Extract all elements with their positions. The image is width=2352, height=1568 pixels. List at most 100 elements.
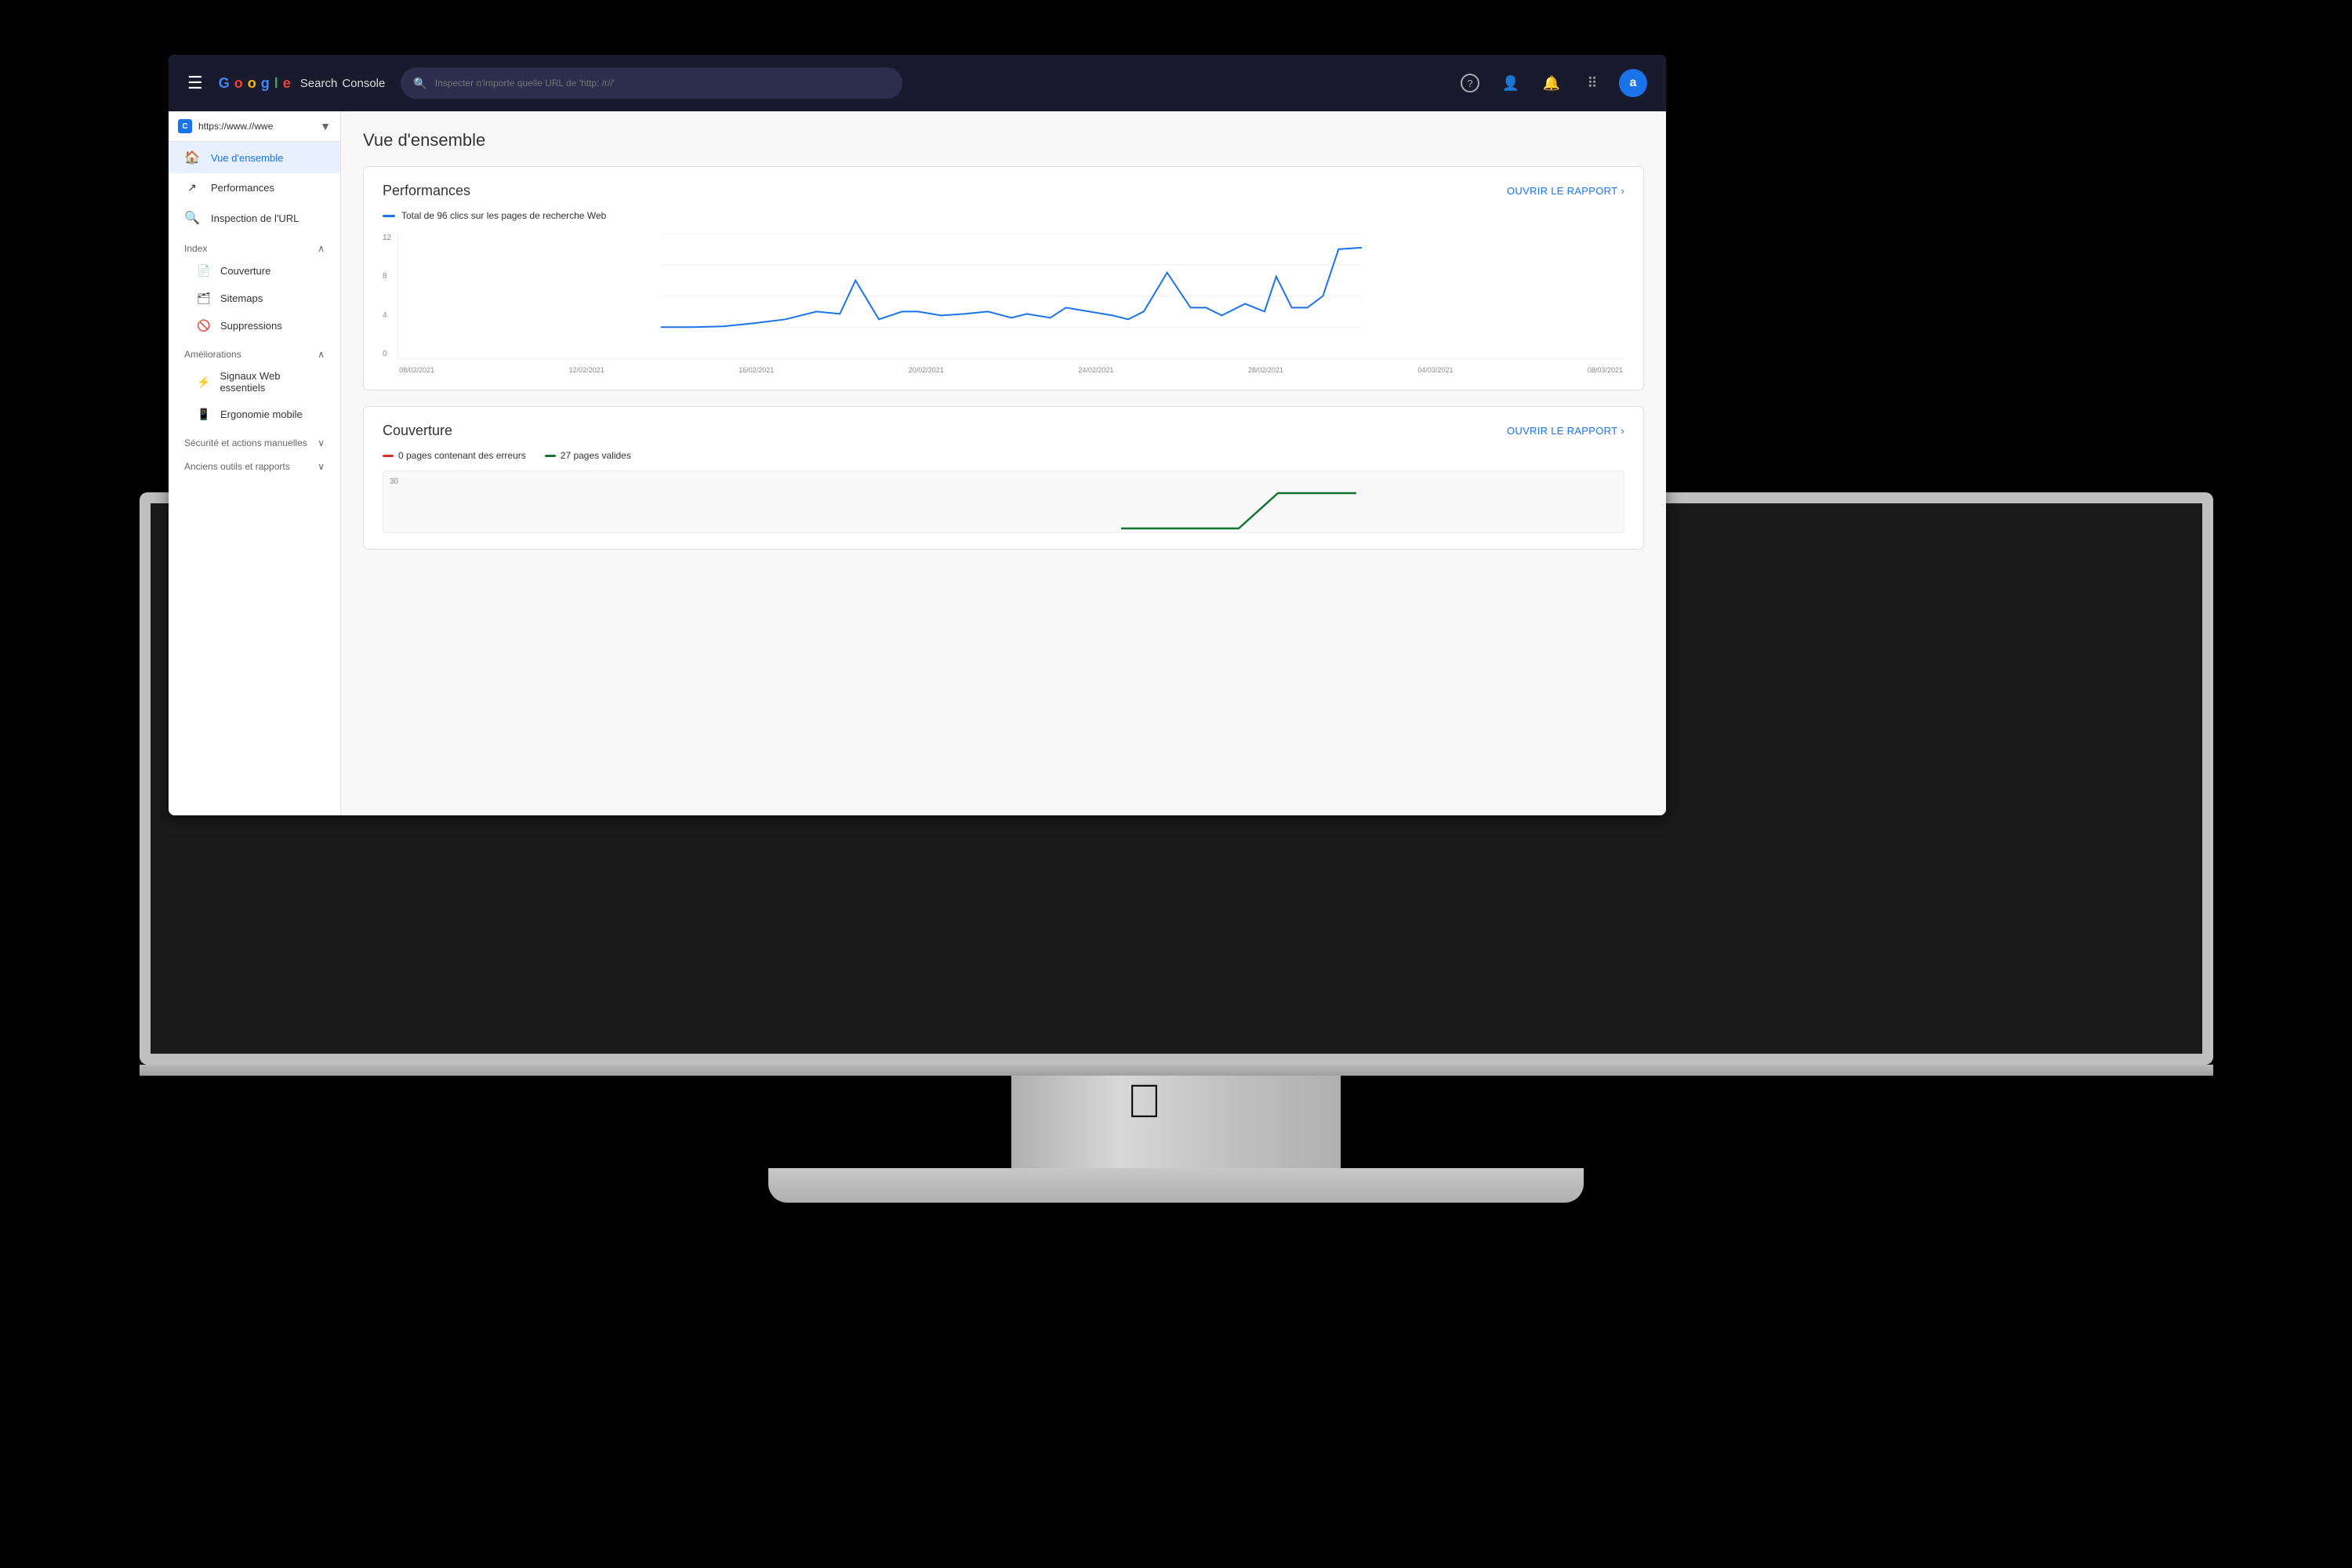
app-logo: Google Search Console <box>219 75 386 92</box>
sidebar-label-vue-ensemble: Vue d'ensemble <box>211 152 283 164</box>
user-avatar[interactable]: a <box>1619 69 1647 97</box>
coverage-legend-errors: 0 pages contenant des erreurs <box>383 450 526 461</box>
performances-card: Performances OUVRIR LE RAPPORT › Total d… <box>363 166 1644 390</box>
sidebar-section-index[interactable]: Index ∧ <box>169 234 340 257</box>
sidebar-label-signaux: Signaux Web essentiels <box>220 370 325 394</box>
sidebar-item-inspection-url[interactable]: 🔍 Inspection de l'URL <box>169 202 340 234</box>
topbar: ☰ Google Search Console 🔍 ? 👤 🔔 ⠿ a <box>169 55 1666 111</box>
couverture-card-header: Couverture OUVRIR LE RAPPORT › <box>383 423 1624 439</box>
url-search-bar[interactable]: 🔍 <box>401 67 902 99</box>
sidebar-section-anciens[interactable]: Anciens outils et rapports ∨ <box>169 452 340 475</box>
chart-icon: ↗ <box>184 181 200 194</box>
valid-dot <box>545 455 556 457</box>
sidebar-section-index-label: Index <box>184 243 207 254</box>
valid-label: 27 pages valides <box>561 450 631 461</box>
browser-content: C https://www.//wwe ▼ 🏠 Vue d'ensemble ↗… <box>169 111 1666 815</box>
browser-window: ☰ Google Search Console 🔍 ? 👤 🔔 ⠿ a <box>169 55 1666 815</box>
search-icon: 🔍 <box>413 77 426 90</box>
x-label-6: 28/02/2021 <box>1248 366 1283 374</box>
chevron-up-icon: ∧ <box>318 243 325 254</box>
sitemaps-icon: 🗂 <box>197 292 211 305</box>
sidebar-label-performances: Performances <box>211 182 274 194</box>
property-url: https://www.//wwe <box>198 121 314 132</box>
help-button[interactable]: ? <box>1456 69 1484 97</box>
performances-chart: 08/02/2021 12/02/2021 16/02/2021 20/02/2… <box>397 234 1624 374</box>
x-label-2: 12/02/2021 <box>569 366 604 374</box>
sidebar-item-ergonomie[interactable]: 📱 Ergonomie mobile <box>169 401 340 428</box>
couverture-link-label: OUVRIR LE RAPPORT <box>1507 425 1617 437</box>
page-title: Vue d'ensemble <box>363 130 1644 151</box>
sidebar-label-couverture: Couverture <box>220 265 270 277</box>
coverage-legends: 0 pages contenant des erreurs 27 pages v… <box>383 450 1624 461</box>
signaux-icon: ⚡ <box>197 376 210 389</box>
performances-legend: Total de 96 clics sur les pages de reche… <box>383 210 1624 221</box>
notifications-button[interactable]: 🔔 <box>1537 69 1566 97</box>
inspect-icon: 🔍 <box>184 210 200 226</box>
chevron-down-icon-3: ∨ <box>318 461 325 472</box>
apple-logo:  <box>1127 1074 1162 1128</box>
topbar-actions: ? 👤 🔔 ⠿ a <box>1456 69 1647 97</box>
ergonomie-icon: 📱 <box>197 408 211 421</box>
sidebar-item-suppressions[interactable]: 🚫 Suppressions <box>169 312 340 339</box>
sidebar-item-performances[interactable]: ↗ Performances <box>169 173 340 202</box>
coverage-legend-valid: 27 pages valides <box>545 450 631 461</box>
y-label-4: 4 <box>383 311 391 320</box>
x-label-3: 16/02/2021 <box>739 366 774 374</box>
errors-label: 0 pages contenant des erreurs <box>398 450 526 461</box>
property-favicon: C <box>178 119 192 133</box>
sidebar-item-sitemaps[interactable]: 🗂 Sitemaps <box>169 285 340 312</box>
chevron-right-icon-2: › <box>1621 425 1624 437</box>
performances-legend-dot <box>383 215 395 217</box>
sidebar-section-securite[interactable]: Sécurité et actions manuelles ∨ <box>169 428 340 452</box>
chevron-up-icon-2: ∧ <box>318 349 325 360</box>
main-content: Vue d'ensemble Performances OUVRIR LE RA… <box>341 111 1666 815</box>
couverture-card: Couverture OUVRIR LE RAPPORT › 0 pages c… <box>363 406 1644 550</box>
y-label-0: 0 <box>383 350 391 358</box>
menu-icon[interactable]: ☰ <box>187 73 203 93</box>
performances-title: Performances <box>383 183 470 199</box>
sidebar-label-inspection-url: Inspection de l'URL <box>211 212 299 224</box>
performances-chart-area: 12 8 4 0 <box>383 234 1624 374</box>
performances-card-header: Performances OUVRIR LE RAPPORT › <box>383 183 1624 199</box>
y-label-8: 8 <box>383 272 391 281</box>
cov-valid-line <box>1121 493 1356 528</box>
x-label-1: 08/02/2021 <box>399 366 434 374</box>
accounts-button[interactable]: 👤 <box>1497 69 1525 97</box>
help-icon: ? <box>1461 74 1479 93</box>
topbar-product-name: Search <box>300 77 338 90</box>
property-selector[interactable]: C https://www.//wwe ▼ <box>169 111 340 142</box>
sidebar-item-signaux-web[interactable]: ⚡ Signaux Web essentiels <box>169 363 340 401</box>
y-axis: 12 8 4 0 <box>383 234 397 374</box>
sidebar-label-sitemaps: Sitemaps <box>220 292 263 304</box>
coverage-chart: 30 <box>383 470 1624 533</box>
x-label-8: 08/03/2021 <box>1588 366 1623 374</box>
chevron-down-icon: ▼ <box>320 120 331 132</box>
chevron-down-icon-2: ∨ <box>318 437 325 448</box>
couverture-title: Couverture <box>383 423 452 439</box>
y-label-12: 12 <box>383 234 391 242</box>
sidebar: C https://www.//wwe ▼ 🏠 Vue d'ensemble ↗… <box>169 111 341 815</box>
x-axis: 08/02/2021 12/02/2021 16/02/2021 20/02/2… <box>397 366 1624 374</box>
couverture-report-link[interactable]: OUVRIR LE RAPPORT › <box>1507 425 1624 437</box>
search-input[interactable] <box>435 78 891 89</box>
x-label-4: 20/02/2021 <box>909 366 944 374</box>
sidebar-item-vue-ensemble[interactable]: 🏠 Vue d'ensemble <box>169 142 340 173</box>
sidebar-section-ameliorations-label: Améliorations <box>184 349 241 360</box>
cov-chart-svg <box>383 477 1624 532</box>
errors-dot <box>383 455 394 457</box>
performances-link-label: OUVRIR LE RAPPORT <box>1507 185 1617 197</box>
perf-chart-line <box>661 248 1362 327</box>
sidebar-section-ameliorations[interactable]: Améliorations ∧ <box>169 339 340 363</box>
couverture-icon: 📄 <box>197 264 211 278</box>
chevron-right-icon: › <box>1621 185 1624 197</box>
topbar-console-name: Console <box>342 77 385 90</box>
apps-button[interactable]: ⠿ <box>1578 69 1606 97</box>
home-icon: 🏠 <box>184 150 200 165</box>
performances-report-link[interactable]: OUVRIR LE RAPPORT › <box>1507 185 1624 197</box>
sidebar-label-suppressions: Suppressions <box>220 320 282 332</box>
x-label-5: 24/02/2021 <box>1078 366 1113 374</box>
sidebar-item-couverture[interactable]: 📄 Couverture <box>169 257 340 285</box>
x-label-7: 04/03/2021 <box>1417 366 1453 374</box>
performances-legend-text: Total de 96 clics sur les pages de reche… <box>401 210 606 221</box>
chart-svg <box>397 234 1624 359</box>
